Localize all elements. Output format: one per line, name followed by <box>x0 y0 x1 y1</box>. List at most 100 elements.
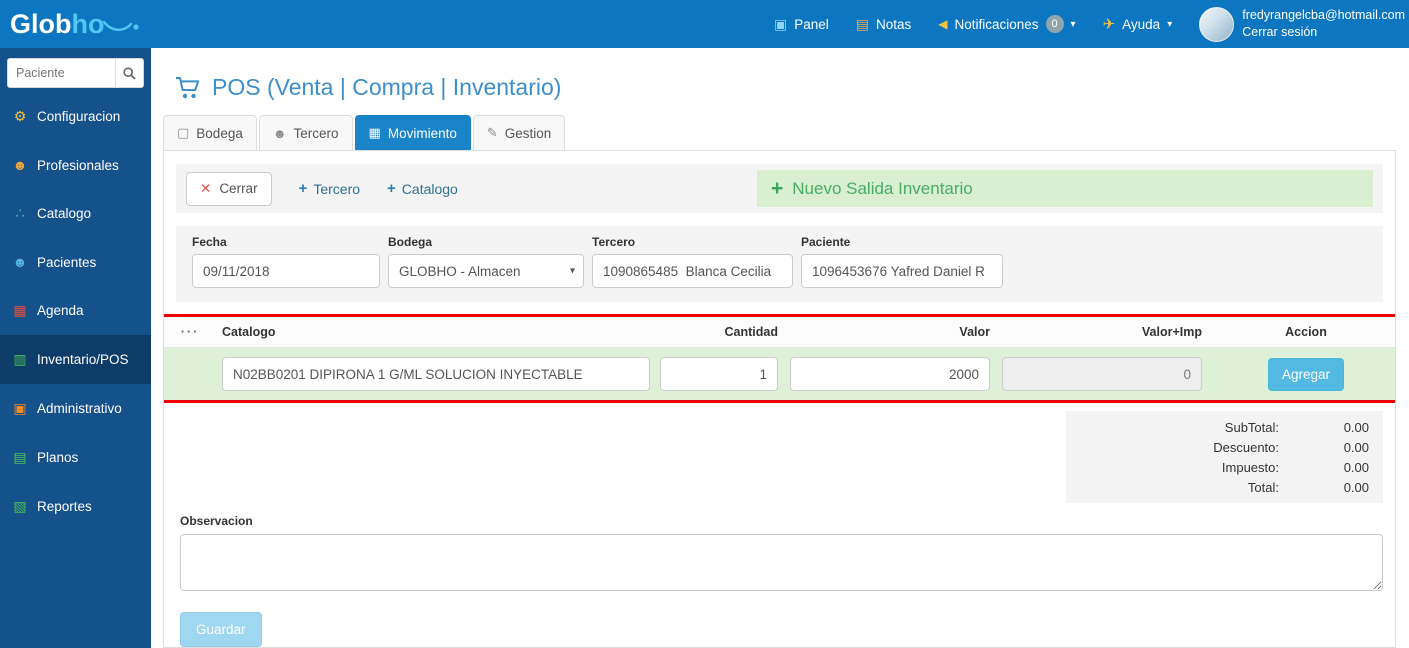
sidebar-item-label: Agenda <box>37 303 84 318</box>
inventory-chart-icon: ▥ <box>12 351 28 368</box>
cerrar-button[interactable]: ✕ Cerrar <box>186 172 272 206</box>
sidebar-item-configuracion[interactable]: ⚙ Configuracion <box>0 92 151 141</box>
sidebar-menu: ⚙ Configuracion ☻ Profesionales ∴ Catalo… <box>0 92 151 531</box>
banner-label: Nuevo Salida Inventario <box>792 179 973 199</box>
patient-search-input[interactable] <box>8 59 115 87</box>
observation-section: Observacion <box>176 514 1383 594</box>
valor-imp-input[interactable] <box>1002 357 1202 391</box>
descuento-value: 0.00 <box>1279 440 1369 455</box>
add-tercero-link[interactable]: + Tercero <box>299 180 360 197</box>
guardar-button[interactable]: Guardar <box>180 612 262 647</box>
impuesto-value: 0.00 <box>1279 460 1369 475</box>
sidebar-item-agenda[interactable]: ▦ Agenda <box>0 286 151 335</box>
totals-row-descuento: Descuento: 0.00 <box>1080 437 1369 457</box>
nav-notas[interactable]: ▤ Notas <box>856 16 912 33</box>
totals-row-subtotal: SubTotal: 0.00 <box>1080 417 1369 437</box>
fecha-input[interactable] <box>192 254 380 288</box>
tab-bodega[interactable]: ▢ Bodega <box>163 115 257 150</box>
nav-notificaciones[interactable]: ◀ Notificaciones 0 ▾ <box>938 15 1075 33</box>
column-header-valor: Valor <box>788 325 1000 339</box>
patient-icon: ☻ <box>12 254 28 270</box>
megaphone-icon: ◀ <box>938 17 947 31</box>
panel-icon: ▣ <box>774 16 787 33</box>
item-entry-row: Agregar <box>163 348 1396 400</box>
nav-panel-label: Panel <box>794 17 829 32</box>
sidebar-item-pacientes[interactable]: ☻ Pacientes <box>0 238 151 286</box>
sidebar-item-label: Reportes <box>37 499 92 514</box>
sidebar-item-administrativo[interactable]: ▣ Administrativo <box>0 384 151 433</box>
nav-notificaciones-label: Notificaciones <box>955 17 1039 32</box>
sidebar-item-reportes[interactable]: ▧ Reportes <box>0 482 151 531</box>
column-header-accion: Accion <box>1212 325 1396 339</box>
close-icon: ✕ <box>200 181 211 197</box>
subtotal-label: SubTotal: <box>1080 420 1279 435</box>
sidebar-item-label: Pacientes <box>37 255 96 270</box>
catalog-icon: ∴ <box>12 205 28 222</box>
logo-swoosh-icon <box>103 19 139 33</box>
tab-tercero[interactable]: ☻ Tercero <box>259 115 353 150</box>
patient-search-button[interactable] <box>115 59 143 87</box>
column-header-catalogo: Catalogo <box>218 325 658 339</box>
observacion-label: Observacion <box>180 514 1383 528</box>
tercero-input[interactable] <box>592 254 793 288</box>
logo-text-2: ho <box>72 9 105 40</box>
add-catalogo-link[interactable]: + Catalogo <box>387 180 458 197</box>
tab-label: Movimiento <box>388 126 457 141</box>
sidebar-item-planos[interactable]: ▤ Planos <box>0 433 151 482</box>
bodega-select[interactable]: GLOBHO - Almacen <box>388 254 584 288</box>
sidebar-item-profesionales[interactable]: ☻ Profesionales <box>0 141 151 189</box>
plans-icon: ▤ <box>12 449 28 466</box>
tab-label: Gestion <box>505 126 552 141</box>
sidebar-item-label: Inventario/POS <box>37 352 129 367</box>
gear-icon: ⚙ <box>12 108 28 125</box>
avatar[interactable] <box>1199 7 1234 42</box>
edit-icon: ✎ <box>487 125 498 141</box>
totals-row-total: Total: 0.00 <box>1080 477 1369 497</box>
caret-down-icon: ▾ <box>1167 19 1172 30</box>
topnav: ▣ Panel ▤ Notas ◀ Notificaciones 0 ▾ ✈ A… <box>774 7 1409 42</box>
total-value: 0.00 <box>1279 480 1369 495</box>
plus-icon: + <box>299 180 308 197</box>
paciente-input[interactable] <box>801 254 1003 288</box>
paciente-label: Paciente <box>801 235 1003 249</box>
ellipsis-menu-icon[interactable]: ··· <box>163 325 218 339</box>
totals-row-impuesto: Impuesto: 0.00 <box>1080 457 1369 477</box>
tab-movimiento[interactable]: ▦ Movimiento <box>355 115 471 150</box>
sidebar: ⚙ Configuracion ☻ Profesionales ∴ Catalo… <box>0 48 151 648</box>
search-icon <box>123 67 136 80</box>
add-tercero-label: Tercero <box>313 181 360 197</box>
sidebar-item-label: Profesionales <box>37 158 119 173</box>
new-exit-inventory-banner[interactable]: + Nuevo Salida Inventario <box>757 170 1373 207</box>
valor-input[interactable] <box>790 357 990 391</box>
cantidad-input[interactable] <box>660 357 778 391</box>
grid-icon: ▦ <box>369 125 381 141</box>
help-icon: ✈ <box>1103 15 1116 33</box>
professionals-icon: ☻ <box>12 157 28 173</box>
plus-icon: + <box>387 180 396 197</box>
main-content: POS (Venta | Compra | Inventario) ▢ Bode… <box>151 48 1409 648</box>
total-label: Total: <box>1080 480 1279 495</box>
nav-notas-label: Notas <box>876 17 911 32</box>
reports-icon: ▧ <box>12 498 28 515</box>
nav-ayuda[interactable]: ✈ Ayuda ▾ <box>1103 15 1173 33</box>
agregar-button[interactable]: Agregar <box>1268 358 1344 391</box>
items-table-header: ··· Catalogo Cantidad Valor Valor+Imp Ac… <box>163 317 1396 348</box>
logout-link[interactable]: Cerrar sesión <box>1242 24 1405 41</box>
nav-panel[interactable]: ▣ Panel <box>774 16 829 33</box>
catalogo-input[interactable] <box>222 357 650 391</box>
user-box: fredyrangelcba@hotmail.com Cerrar sesión <box>1199 7 1405 42</box>
people-icon: ☻ <box>273 126 287 141</box>
cart-icon <box>175 76 202 100</box>
tab-gestion[interactable]: ✎ Gestion <box>473 115 565 150</box>
logo-text-1: Glob <box>10 9 72 40</box>
descuento-label: Descuento: <box>1080 440 1279 455</box>
observacion-textarea[interactable] <box>180 534 1383 591</box>
sidebar-item-catalogo[interactable]: ∴ Catalogo <box>0 189 151 238</box>
bodega-label: Bodega <box>388 235 584 249</box>
warehouse-icon: ▢ <box>177 125 189 141</box>
tab-label: Bodega <box>196 126 243 141</box>
sidebar-item-inventario-pos[interactable]: ▥ Inventario/POS <box>0 335 151 384</box>
impuesto-label: Impuesto: <box>1080 460 1279 475</box>
sidebar-item-label: Administrativo <box>37 401 122 416</box>
movement-toolbar: ✕ Cerrar + Tercero + Catalogo + Nuevo Sa… <box>176 164 1383 213</box>
